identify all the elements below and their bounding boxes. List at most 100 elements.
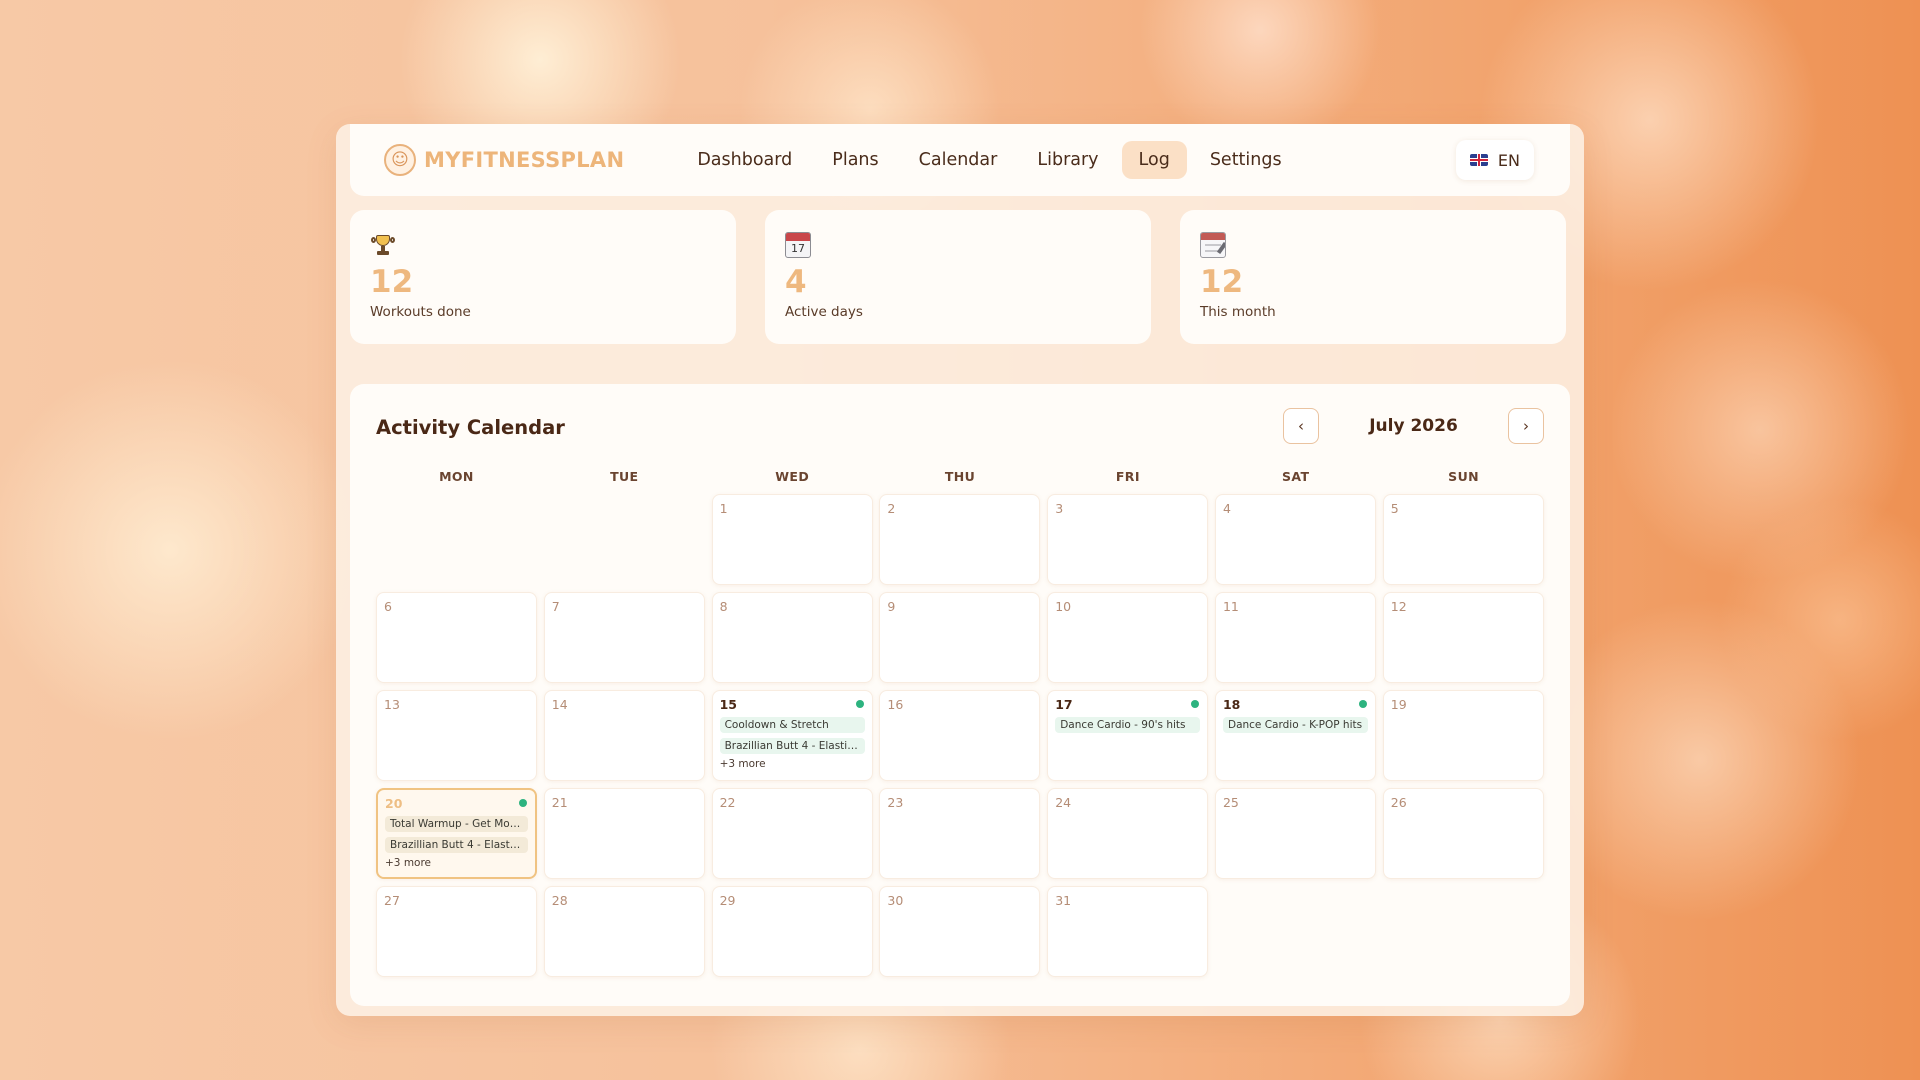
prev-month-button[interactable]: ‹ <box>1283 408 1319 444</box>
fitness-logo-icon: ☺ <box>384 144 416 176</box>
main-nav: Dashboard Plans Calendar Library Log Set… <box>680 141 1298 179</box>
day-number: 24 <box>1055 795 1072 810</box>
stat-value: 4 <box>785 264 807 300</box>
calendar-title: Activity Calendar <box>376 416 565 439</box>
day-number: 4 <box>1222 501 1231 516</box>
empty-day-cell <box>544 494 705 585</box>
event-chip[interactable]: Dance Cardio - K-POP hits <box>1222 717 1368 733</box>
day-cell[interactable]: 30 <box>879 886 1041 977</box>
day-number: 22 <box>719 795 736 810</box>
weekday-label: MON <box>439 469 474 484</box>
day-number: 10 <box>1055 599 1072 614</box>
notepad-icon <box>1200 232 1226 258</box>
more-events-link[interactable]: +3 more <box>385 857 528 869</box>
day-number: 6 <box>384 599 392 614</box>
stat-card-active-days: 17 4 Active days <box>765 210 1151 344</box>
day-cell[interactable]: 2 <box>879 494 1041 585</box>
event-chip[interactable]: Brazillian Butt 4 - Elastic … <box>719 738 865 754</box>
uk-flag-icon <box>1469 154 1488 166</box>
day-cell[interactable]: 22 <box>711 788 873 879</box>
stat-card-this-month: 12 This month <box>1180 210 1566 344</box>
day-cell[interactable]: 25 <box>1214 788 1376 879</box>
weekday-label: WED <box>775 469 810 484</box>
day-number: 30 <box>887 893 904 908</box>
event-chip[interactable]: Dance Cardio - 90's hits <box>1055 717 1201 733</box>
day-cell[interactable]: 10 <box>1047 592 1209 683</box>
day-cell[interactable]: 26 <box>1382 788 1544 879</box>
day-cell[interactable]: 4 <box>1214 494 1376 585</box>
day-number: 28 <box>551 893 568 908</box>
nav-dashboard[interactable]: Dashboard <box>680 141 809 179</box>
day-number: 5 <box>1390 501 1399 516</box>
day-cell[interactable]: 14 <box>543 690 705 781</box>
day-cell[interactable]: 17 Dance Cardio - 90's hits <box>1047 690 1209 781</box>
stat-label: Active days <box>785 304 863 320</box>
day-number: 31 <box>1055 893 1072 908</box>
nav-calendar[interactable]: Calendar <box>902 141 1015 179</box>
trophy-icon <box>370 232 396 258</box>
brand-logo[interactable]: ☺ MYFITNESSPLAN <box>384 144 624 176</box>
day-cell[interactable]: 28 <box>543 886 705 977</box>
day-cell[interactable]: 11 <box>1214 592 1376 683</box>
weekday-label: FRI <box>1115 469 1140 484</box>
day-number: 8 <box>719 599 728 614</box>
language-label: EN <box>1497 150 1520 170</box>
day-cell[interactable]: 24 <box>1047 788 1209 879</box>
nav-settings[interactable]: Settings <box>1193 141 1299 179</box>
day-number: 18 <box>1222 697 1241 712</box>
app-window: ☺ MYFITNESSPLAN Dashboard Plans Calendar… <box>336 124 1584 1016</box>
day-number: 11 <box>1222 599 1239 614</box>
activity-dot-icon <box>855 700 864 708</box>
nav-log[interactable]: Log <box>1121 141 1187 179</box>
day-number: 23 <box>887 795 904 810</box>
day-cell[interactable]: 5 <box>1382 494 1544 585</box>
day-cell[interactable]: 16 <box>879 690 1041 781</box>
day-cell[interactable]: 29 <box>711 886 873 977</box>
day-number: 3 <box>1055 501 1064 516</box>
activity-dot-icon <box>1358 700 1367 708</box>
day-cell[interactable]: 21 <box>543 788 705 879</box>
day-cell[interactable]: 13 <box>376 690 537 781</box>
stat-card-workouts: 12 Workouts done <box>350 210 736 344</box>
weekday-header: MON TUE WED THU FRI SAT SUN <box>376 469 1544 484</box>
next-month-button[interactable]: › <box>1508 408 1544 444</box>
event-chip[interactable]: Brazillian Butt 4 - Elastic … <box>385 837 528 853</box>
day-cell[interactable]: 8 <box>711 592 873 683</box>
day-number: 27 <box>384 893 400 908</box>
day-cell[interactable]: 31 <box>1047 886 1209 977</box>
day-cell[interactable]: 3 <box>1047 494 1209 585</box>
day-cell[interactable]: 15 Cooldown & Stretch Brazillian Butt 4 - … <box>711 690 873 781</box>
more-events-link[interactable]: +3 more <box>720 758 865 770</box>
today-day-cell[interactable]: 20 Total Warmup - Get Movin Brazillian But… <box>376 788 537 879</box>
event-chip[interactable]: Total Warmup - Get Movin <box>385 816 528 832</box>
weekday-label: TUE <box>610 469 639 484</box>
day-number: 12 <box>1390 599 1407 614</box>
day-number: 1 <box>719 501 728 516</box>
day-number: 9 <box>887 599 896 614</box>
empty-day-cell <box>376 494 537 585</box>
day-cell[interactable]: 23 <box>879 788 1041 879</box>
day-number: 13 <box>384 697 400 712</box>
day-cell[interactable]: 1 <box>711 494 873 585</box>
day-cell[interactable]: 18 Dance Cardio - K-POP hits <box>1214 690 1376 781</box>
day-number: 19 <box>1390 697 1407 712</box>
event-chip[interactable]: Cooldown & Stretch <box>719 717 865 733</box>
day-number: 15 <box>719 697 737 712</box>
weekday-label: THU <box>944 469 976 484</box>
day-cell[interactable]: 19 <box>1382 690 1544 781</box>
nav-library[interactable]: Library <box>1020 141 1115 179</box>
calendar-icon: 17 <box>785 232 811 258</box>
day-number: 14 <box>551 697 568 712</box>
day-cell[interactable]: 6 <box>376 592 537 683</box>
day-cell[interactable]: 27 <box>376 886 537 977</box>
day-number: 25 <box>1222 795 1239 810</box>
language-selector[interactable]: EN <box>1455 140 1534 180</box>
day-cell[interactable]: 7 <box>543 592 705 683</box>
nav-plans[interactable]: Plans <box>815 141 895 179</box>
day-cell[interactable]: 9 <box>879 592 1041 683</box>
day-number: 16 <box>887 697 904 712</box>
day-cell[interactable]: 12 <box>1382 592 1544 683</box>
brand-name: MYFITNESSPLAN <box>424 148 625 172</box>
activity-dot-icon <box>519 799 527 807</box>
day-number: 17 <box>1055 697 1073 712</box>
